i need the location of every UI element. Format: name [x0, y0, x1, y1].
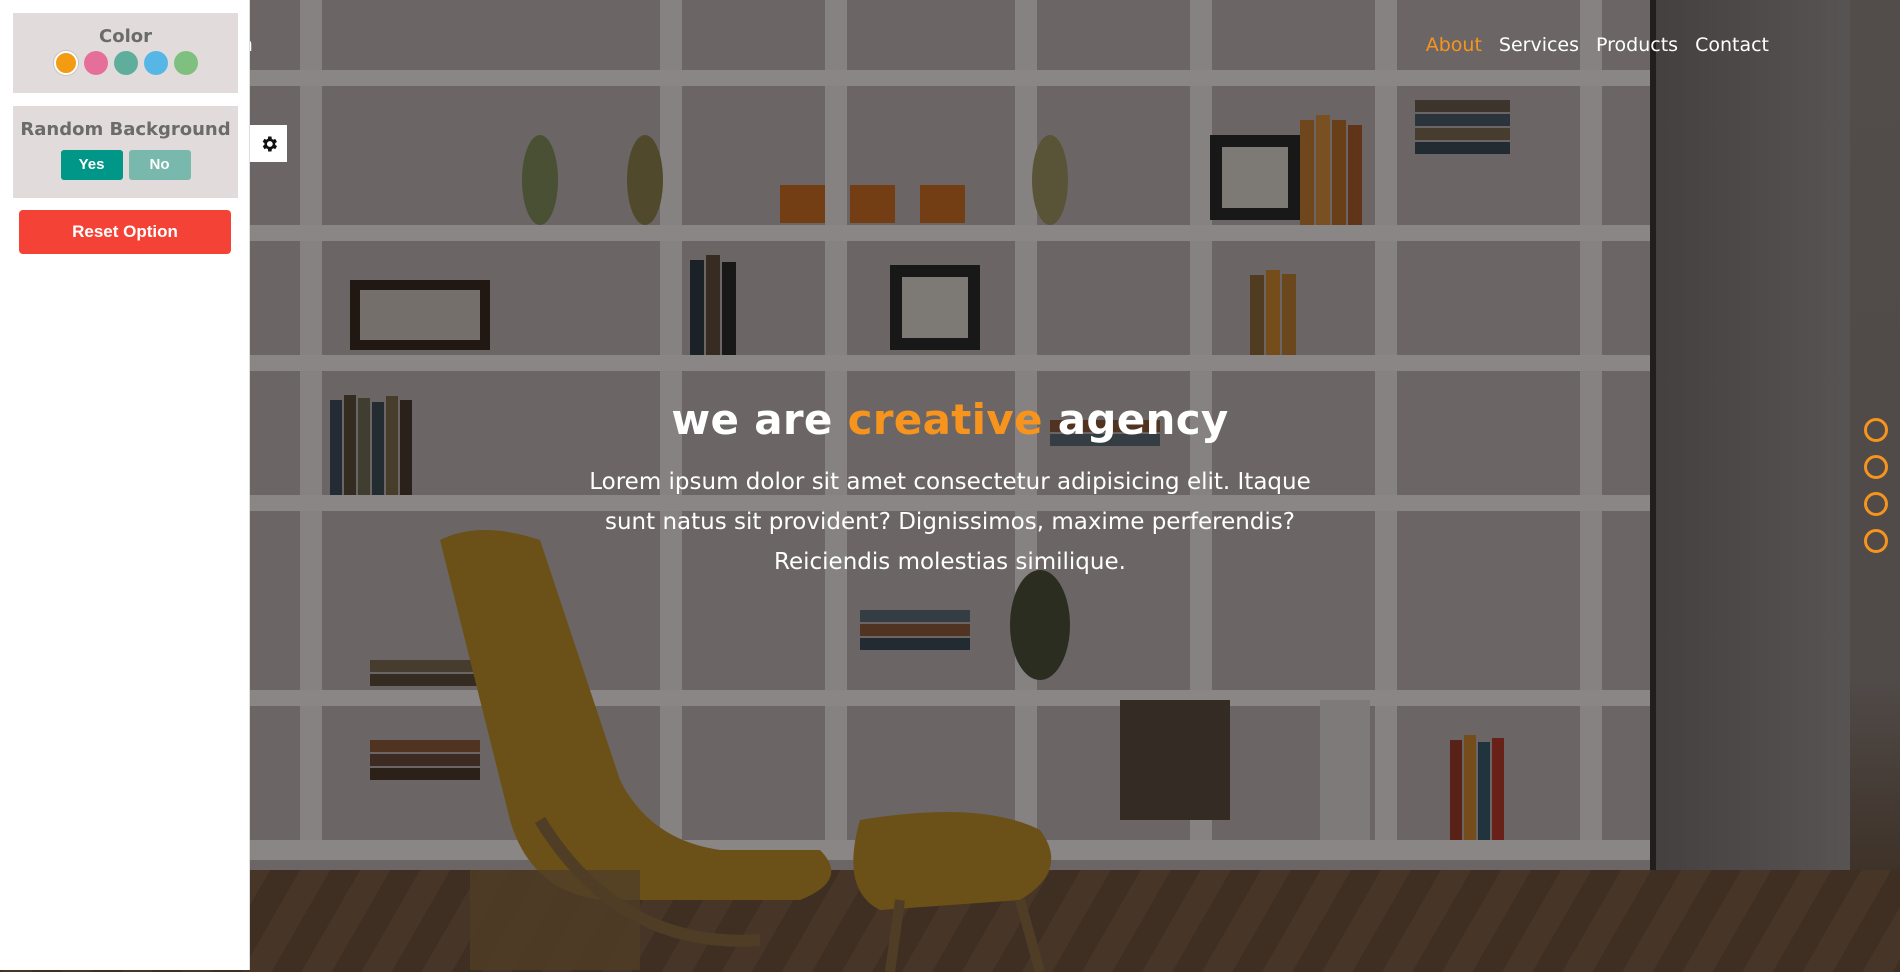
page-bullet-4[interactable]: [1864, 529, 1888, 553]
nav-contact[interactable]: Contact: [1695, 34, 1769, 56]
color-title: Color: [99, 26, 152, 47]
hero-title-start: we are: [671, 395, 833, 444]
no-button[interactable]: No: [128, 150, 191, 180]
swatch-orange[interactable]: [53, 51, 78, 75]
hero-description: Lorem ipsum dolor sit amet consectetur a…: [589, 469, 1311, 575]
swatch-pink[interactable]: [83, 51, 108, 75]
page-bullet-2[interactable]: [1864, 455, 1888, 479]
color-option-box: Color: [13, 13, 238, 93]
swatch-blue[interactable]: [143, 51, 168, 75]
page-bullet-3[interactable]: [1864, 492, 1888, 516]
gear-icon: [262, 136, 277, 151]
nav-services[interactable]: Services: [1499, 34, 1579, 56]
hero-title-accent: creative: [847, 395, 1043, 444]
nav-about[interactable]: About: [1426, 34, 1482, 56]
random-background-buttons: Yes No: [13, 150, 238, 180]
swatch-teal[interactable]: [113, 51, 138, 75]
random-background-title: Random Background: [20, 119, 231, 140]
settings-panel: Color Random Background Yes No Reset Opt…: [0, 0, 250, 970]
nav-products[interactable]: Products: [1596, 34, 1678, 56]
page-bullets: [1864, 418, 1888, 553]
yes-button[interactable]: Yes: [60, 150, 123, 180]
hero-text: we are creative agency Lorem ipsum dolor…: [550, 395, 1350, 582]
random-background-box: Random Background Yes No: [13, 106, 238, 198]
hero-title-end: agency: [1057, 395, 1229, 444]
color-swatches: [13, 51, 238, 75]
swatch-green[interactable]: [173, 51, 198, 75]
reset-option-button[interactable]: Reset Option: [19, 210, 231, 254]
page-bullet-1[interactable]: [1864, 418, 1888, 442]
hero-title: we are creative agency: [550, 395, 1350, 444]
main-nav: About Services Products Contact: [1426, 34, 1769, 56]
settings-toggle-button[interactable]: [250, 125, 287, 162]
